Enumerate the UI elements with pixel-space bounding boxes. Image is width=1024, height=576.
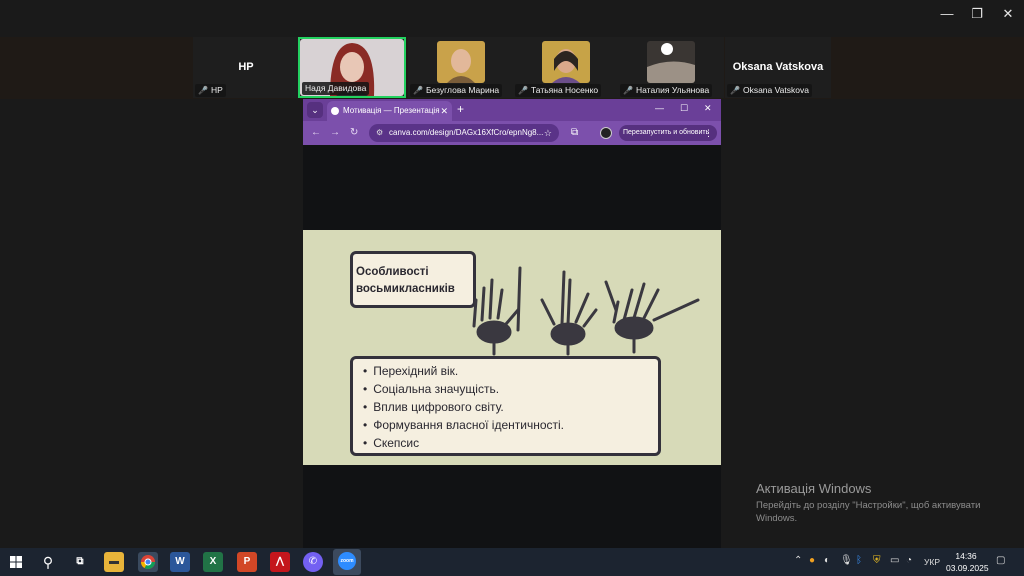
network-icon[interactable]: ◔ [906, 555, 912, 566]
back-icon[interactable]: ← [311, 127, 321, 138]
forward-icon[interactable]: → [330, 127, 340, 138]
participant-display-name: Oksana Vatskova [732, 61, 824, 73]
participant-avatar [437, 41, 485, 83]
shared-screen-browser: ⌄ Мотивація — Презентація ✕ + — ☐ ✕ ← → … [303, 99, 721, 548]
acrobat-icon[interactable]: ⋀ [270, 552, 290, 572]
canva-favicon-icon [331, 107, 339, 115]
participant-label: Надя Давидова [302, 82, 370, 95]
mic-muted-icon: 🎤 [413, 86, 423, 95]
zoom-meeting-window: — ❐ ✕ HP 🎤 HP Надя Давидова 🎤 Безуглова Ма… [0, 0, 1024, 576]
browser-toolbar: ← → ↻ ⚙ canva.com/design/DAGx16XfCro/epn… [303, 121, 721, 145]
bookmark-star-icon[interactable]: ☆ [544, 124, 552, 142]
mic-muted-icon: 🎤 [623, 86, 633, 95]
presentation-slide: Особливості восьмикласників • Перехідний… [303, 230, 721, 465]
slide-bullet-list: Перехідний вік. Соціальна значущість. Вп… [350, 356, 661, 456]
system-clock[interactable]: 14:36 03.09.2025 [946, 550, 989, 574]
clock-date: 03.09.2025 [946, 563, 989, 573]
security-shield-icon[interactable]: ⛨ [873, 555, 881, 566]
profile-avatar[interactable] [600, 127, 612, 139]
bullet-item: Скепсис [363, 434, 658, 452]
search-icon[interactable]: ⚲ [38, 552, 58, 572]
bluetooth-icon[interactable]: ᛒ [856, 555, 862, 566]
chrome-icon[interactable] [138, 552, 158, 572]
language-indicator[interactable]: УКР [924, 557, 940, 567]
page-viewport: Особливості восьмикласників • Перехідний… [303, 145, 721, 548]
slide-title-line: Особливості [356, 266, 429, 278]
url-text: canva.com/design/DAGx16XfCro/epnNg8... [389, 128, 544, 137]
browser-close-icon[interactable]: ✕ [704, 103, 712, 114]
browser-titlebar: ⌄ Мотивація — Презентація ✕ + — ☐ ✕ [303, 99, 721, 121]
mic-muted-icon: 🎤 [518, 86, 528, 95]
minimize-button[interactable]: — [932, 4, 962, 24]
notifications-icon[interactable]: ▢ [996, 555, 1005, 566]
participant-label: 🎤 HP [195, 84, 226, 97]
powerpoint-icon[interactable]: P [237, 552, 257, 572]
participant-display-name: HP [238, 61, 254, 73]
browser-minimize-icon[interactable]: — [655, 103, 664, 113]
participant-tile[interactable]: 🎤 Татьяна Носенко [513, 37, 619, 98]
mic-muted-icon: 🎤 [730, 86, 740, 95]
slide-title-box: Особливості восьмикласників [350, 251, 476, 308]
restart-update-button[interactable]: Перезапустить и обновить ⋮ [619, 125, 717, 141]
close-button[interactable]: ✕ [993, 4, 1023, 24]
participant-tile[interactable]: Oksana Vatskova 🎤 Oksana Vatskova [725, 37, 831, 98]
reload-icon[interactable]: ↻ [350, 127, 358, 138]
mic-muted-icon: 🎤 [198, 86, 208, 95]
new-tab-icon[interactable]: + [457, 102, 464, 116]
participant-tile-active-speaker[interactable]: Надя Давидова [298, 37, 406, 98]
participant-tile[interactable]: 🎤 Наталия Ульянова [618, 37, 724, 98]
participant-label: 🎤 Татьяна Носенко [515, 84, 602, 97]
tab-title: Мотивація — Презентація [343, 106, 440, 115]
microphone-icon[interactable]: 🎙 [840, 555, 853, 566]
tab-close-icon[interactable]: ✕ [440, 101, 448, 121]
tray-app-icon[interactable]: ● [809, 555, 815, 566]
restart-label: Перезапустить и обновить [623, 129, 710, 136]
clock-time: 14:36 [955, 551, 977, 561]
excel-icon[interactable]: X [203, 552, 223, 572]
bullet-item: Перехідний вік. [363, 362, 658, 380]
participant-label: 🎤 Наталия Ульянова [620, 84, 713, 97]
tab-search-icon[interactable]: ⌄ [307, 102, 323, 118]
battery-icon[interactable]: ▭ [890, 555, 899, 566]
address-bar[interactable]: ⚙ canva.com/design/DAGx16XfCro/epnNg8...… [369, 124, 559, 142]
participant-label: 🎤 Oksana Vatskova [727, 84, 812, 97]
participant-label: 🎤 Безуглова Марина [410, 84, 503, 97]
bullet-item: Вплив цифрового світу. [363, 398, 658, 416]
windows-start-icon[interactable] [10, 556, 22, 568]
slide-title-line: восьмикласників [356, 283, 455, 295]
bullet-item: Соціальна значущість. [363, 380, 658, 398]
task-view-icon[interactable]: ⧉ [70, 552, 90, 572]
participant-avatar [542, 41, 590, 83]
tray-overflow-icon[interactable]: ⌃ [794, 555, 802, 566]
extensions-icon[interactable]: ⧉ [571, 127, 578, 138]
viber-icon[interactable]: ✆ [303, 552, 323, 572]
site-info-icon[interactable]: ⚙ [376, 124, 383, 142]
windows-activation-subtitle: Перейдіть до розділу "Настройки", щоб ак… [756, 500, 981, 524]
windows-activation-title: Активація Windows [756, 481, 872, 496]
more-menu-icon[interactable]: ⋮ [704, 125, 713, 141]
bullet-item: Формування власної ідентичності. [363, 416, 658, 434]
participant-tile[interactable]: 🎤 Безуглова Марина [408, 37, 514, 98]
restore-button[interactable]: ❐ [962, 4, 992, 24]
browser-maximize-icon[interactable]: ☐ [680, 103, 688, 114]
word-icon[interactable]: W [170, 552, 190, 572]
skeleton-hands-illustration [472, 266, 700, 356]
tray-app-icon[interactable]: ◐ [824, 555, 830, 566]
zoom-taskbar-item[interactable]: zoom [333, 549, 361, 575]
browser-tab[interactable]: Мотивація — Презентація ✕ [327, 101, 452, 121]
participant-tile-hp[interactable]: HP 🎤 HP [193, 37, 299, 98]
participant-video [647, 41, 695, 83]
file-explorer-icon[interactable]: ▬ [104, 552, 124, 572]
windows-taskbar: ⚲ ⧉ ▬ W X P ⋀ ✆ zoom ⌃ ● ◐ 🎙 ᛒ ⛨ ▭ ◔ УКР… [0, 548, 1024, 576]
